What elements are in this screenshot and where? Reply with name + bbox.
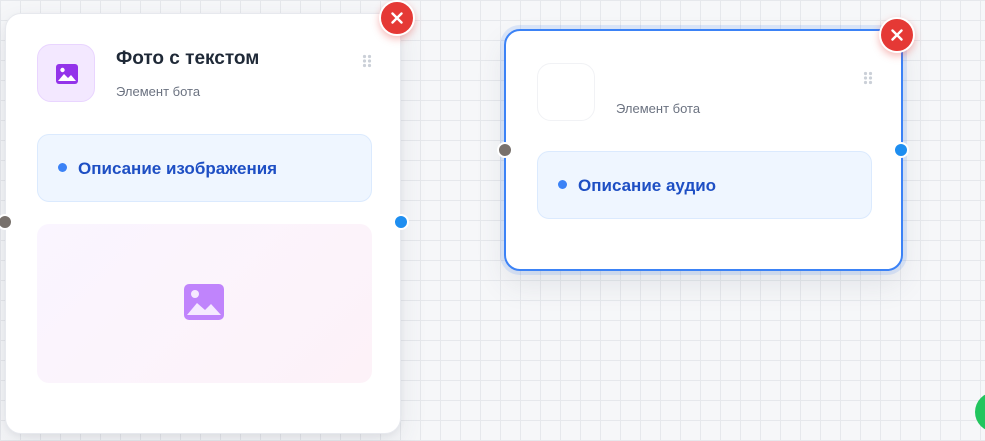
input-port[interactable] xyxy=(497,142,513,158)
delete-node-button[interactable] xyxy=(379,0,415,36)
image-upload-placeholder[interactable] xyxy=(37,224,372,383)
close-icon xyxy=(891,29,903,41)
node-type-icon-tile xyxy=(37,44,95,102)
delete-node-button[interactable] xyxy=(879,17,915,53)
drag-handle-icon[interactable] xyxy=(863,71,873,85)
node-subtitle: Элемент бота xyxy=(116,84,201,99)
image-placeholder-icon xyxy=(184,284,224,320)
node-type-icon-tile xyxy=(537,63,595,121)
field-label: Описание изображения xyxy=(78,159,278,178)
drag-handle-icon[interactable] xyxy=(362,54,372,68)
output-port[interactable] xyxy=(393,214,409,230)
node-subtitle: Элемент бота xyxy=(616,101,701,116)
image-description-field[interactable]: Описание изображения xyxy=(37,134,372,202)
photo-text-node[interactable]: Фото с текстом Элемент бота Описание изо… xyxy=(5,13,401,434)
field-label: Описание аудио xyxy=(578,176,717,195)
node-title: Фото с текстом xyxy=(116,48,260,69)
close-icon xyxy=(391,12,403,24)
add-node-button[interactable] xyxy=(975,392,985,432)
output-port[interactable] xyxy=(893,142,909,158)
image-icon xyxy=(56,64,78,84)
field-bullet-dot xyxy=(558,180,567,189)
audio-node[interactable]: Элемент бота Описание аудио xyxy=(504,29,903,271)
field-bullet-dot xyxy=(58,163,67,172)
audio-description-field[interactable]: Описание аудио xyxy=(537,151,872,219)
